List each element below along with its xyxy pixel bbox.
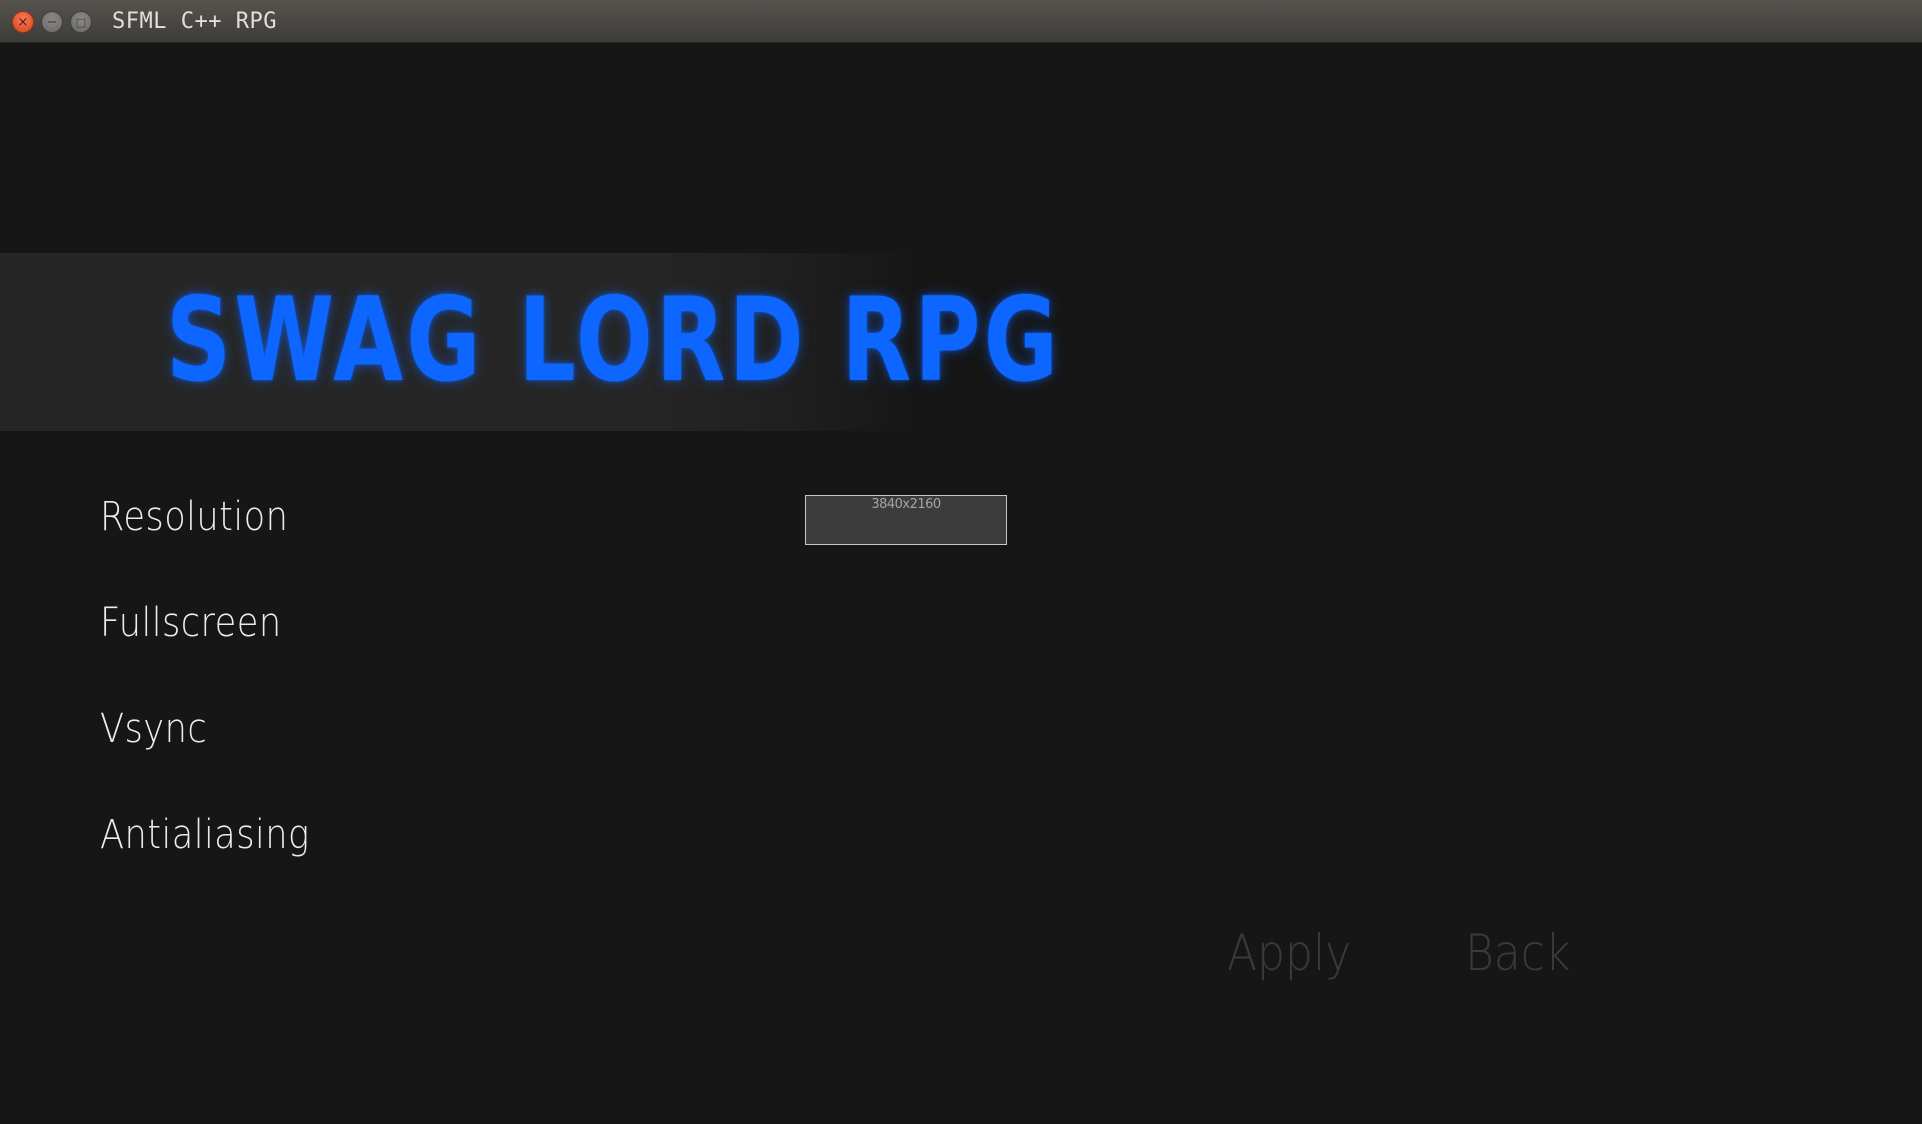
back-button[interactable]: Back [1465, 924, 1570, 982]
close-icon: × [17, 14, 29, 30]
game-window: × − □ SFML C++ RPG SWAG LORD RPG Resolut… [0, 0, 1922, 1124]
vsync-label: Vsync [100, 706, 208, 752]
resolution-dropdown[interactable]: 3840x2160 [805, 495, 1007, 545]
window-title: SFML C++ RPG [112, 9, 277, 34]
resolution-label: Resolution [100, 494, 289, 540]
antialiasing-label: Antialiasing [100, 812, 310, 858]
window-minimize-button[interactable]: − [41, 11, 63, 33]
game-logo: SWAG LORD RPG [166, 273, 1062, 408]
maximize-icon: □ [75, 15, 87, 29]
minimize-icon: − [46, 14, 58, 30]
window-maximize-button[interactable]: □ [70, 11, 92, 33]
resolution-dropdown-value: 3840x2160 [871, 497, 941, 512]
window-titlebar[interactable]: × − □ SFML C++ RPG [0, 0, 1922, 43]
apply-button[interactable]: Apply [1227, 924, 1351, 982]
window-close-button[interactable]: × [12, 11, 34, 33]
fullscreen-label: Fullscreen [100, 600, 282, 646]
